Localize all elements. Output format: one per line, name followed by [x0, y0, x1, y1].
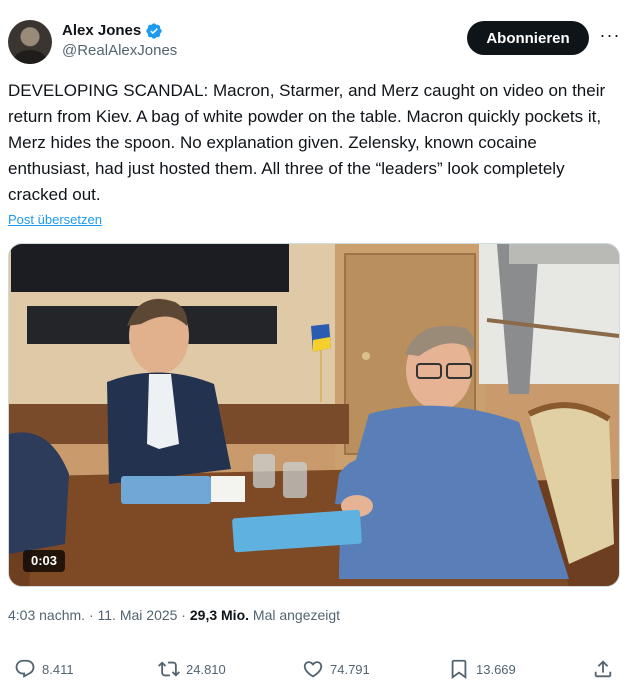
repost-count: 24.810 — [186, 661, 226, 677]
video-duration-badge: 0:03 — [23, 550, 66, 572]
display-name[interactable]: Alex Jones — [62, 21, 141, 41]
tweet-text: DEVELOPING SCANDAL: Macron, Starmer, and… — [8, 81, 606, 204]
like-button[interactable]: 74.791 — [302, 658, 370, 680]
views-count: 29,3 Mio. — [189, 607, 250, 623]
share-button[interactable] — [592, 658, 614, 680]
avatar[interactable] — [8, 20, 52, 64]
views-label: Mal angezeigt — [252, 607, 341, 623]
like-count: 74.791 — [330, 661, 370, 677]
video-frame — [9, 244, 619, 586]
repost-icon — [158, 661, 180, 677]
share-icon — [594, 660, 612, 678]
video-player[interactable]: 0:03 — [8, 243, 620, 587]
post-date[interactable]: 11. Mai 2025 — [98, 607, 178, 623]
heart-icon — [303, 661, 323, 678]
handle[interactable]: @RealAlexJones — [62, 41, 177, 61]
post-time[interactable]: 4:03 nachm. — [8, 607, 85, 623]
verified-badge-icon — [146, 23, 162, 39]
display-name-row[interactable]: Alex Jones — [62, 21, 177, 41]
bookmark-icon — [451, 659, 467, 680]
reply-button[interactable]: 8.411 — [14, 658, 74, 680]
action-bar: 8.411 24.810 74.791 13.669 — [8, 658, 620, 684]
bookmark-button[interactable]: 13.669 — [448, 658, 516, 680]
repost-button[interactable]: 24.810 — [158, 658, 226, 680]
tweet-meta: 4:03 nachm. · 11. Mai 2025 · 29,3 Mio. M… — [8, 607, 340, 623]
reply-icon — [15, 659, 35, 678]
meta-separator-2: · — [177, 607, 190, 623]
translate-link[interactable]: Post übersetzen — [8, 212, 102, 227]
author-block: Alex Jones @RealAlexJones — [62, 21, 177, 61]
follow-button[interactable]: Abonnieren — [467, 21, 589, 55]
bookmark-count: 13.669 — [476, 661, 516, 677]
meta-separator: · — [85, 607, 98, 623]
more-options-icon[interactable]: ··· — [599, 26, 621, 48]
reply-count: 8.411 — [42, 661, 74, 677]
tweet-header: Alex Jones @RealAlexJones Abonnieren ··· — [8, 18, 620, 66]
